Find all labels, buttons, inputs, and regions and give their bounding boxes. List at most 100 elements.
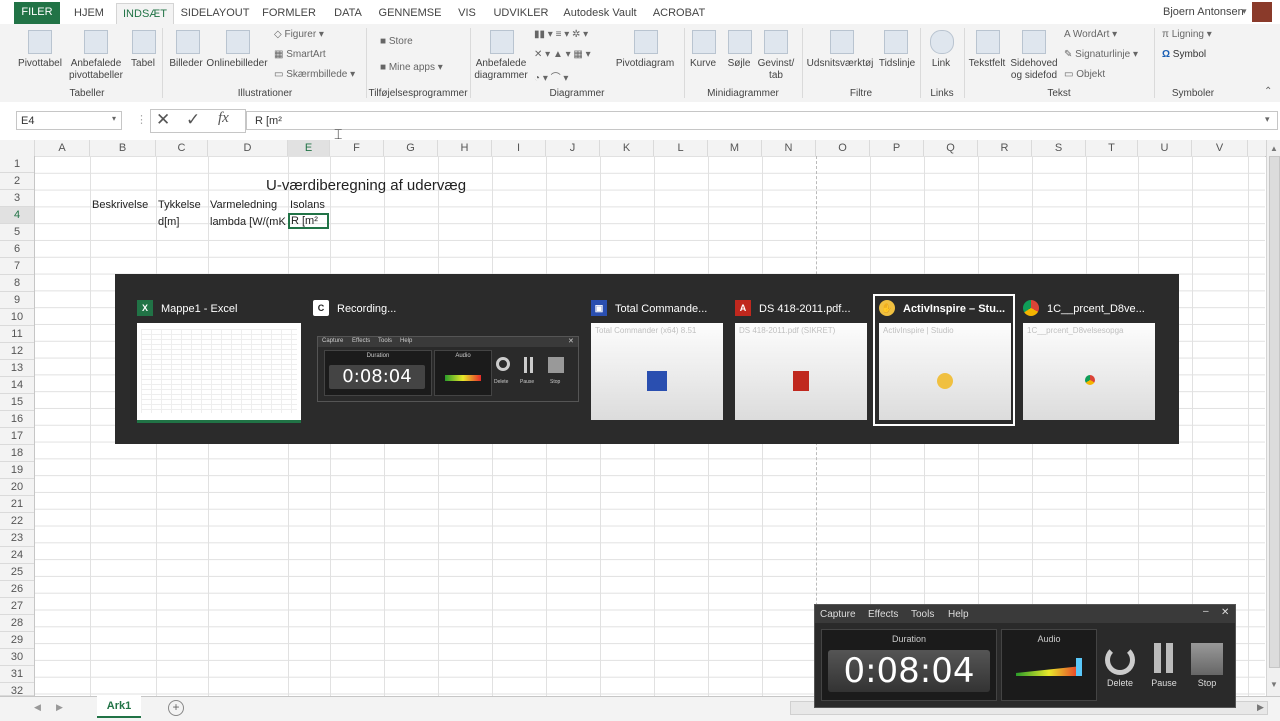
excel-thumbnail[interactable] — [137, 323, 301, 423]
row-header[interactable]: 25 — [0, 564, 34, 581]
row-header-selected[interactable]: 4 — [0, 207, 34, 224]
row-header[interactable]: 9 — [0, 292, 34, 309]
sheet-prev-icon[interactable]: ◀ — [34, 702, 41, 713]
scroll-down-icon[interactable]: ▼ — [1270, 680, 1278, 689]
audio-slider-handle[interactable] — [1076, 658, 1082, 676]
column-header[interactable]: P — [870, 140, 924, 156]
avatar[interactable] — [1252, 2, 1272, 22]
stop-icon[interactable] — [1191, 643, 1223, 675]
store-button[interactable]: ■ Store — [380, 36, 413, 47]
link-button[interactable]: Link — [924, 58, 958, 70]
recommended-charts-button[interactable]: Anbefalede diagrammer — [472, 58, 530, 82]
insert-function-icon[interactable]: fx — [218, 110, 229, 127]
expand-formula-icon[interactable]: ▾ — [1265, 114, 1270, 125]
tab-home[interactable]: HJEM — [64, 3, 114, 24]
collapse-ribbon-icon[interactable]: ⌃ — [1264, 86, 1272, 97]
row-header[interactable]: 3 — [0, 190, 34, 207]
pictures-button[interactable]: Billeder — [166, 58, 206, 70]
row-header[interactable]: 24 — [0, 547, 34, 564]
column-header[interactable]: F — [330, 140, 384, 156]
pivottable-button[interactable]: Pivottabel — [14, 58, 66, 70]
row-header[interactable]: 15 — [0, 394, 34, 411]
name-box[interactable]: E4 — [16, 111, 122, 130]
column-header[interactable]: M — [708, 140, 762, 156]
recording-thumbnail[interactable]: Capture Effects Tools Help ✕ Duration 0:… — [317, 336, 579, 402]
column-header[interactable]: I — [492, 140, 546, 156]
row-header[interactable]: 27 — [0, 598, 34, 615]
row-header[interactable]: 1 — [0, 156, 34, 173]
pdf-thumbnail[interactable]: DS 418-2011.pdf (SIKRET) — [735, 323, 867, 420]
equation-button[interactable]: π Ligning ▾ — [1162, 29, 1212, 40]
header-footer-button[interactable]: Sidehoved og sidefod — [1008, 58, 1060, 82]
row-header[interactable]: 19 — [0, 462, 34, 479]
row-header[interactable]: 26 — [0, 581, 34, 598]
cell-e3[interactable]: Isolans — [290, 199, 325, 211]
pause-icon-bar[interactable] — [1166, 643, 1173, 673]
smartart-button[interactable]: ▦ SmartArt — [274, 49, 326, 60]
row-header[interactable]: 30 — [0, 649, 34, 666]
column-header[interactable]: B — [90, 140, 156, 156]
cell-b3[interactable]: Beskrivelse — [92, 199, 148, 211]
my-apps-button[interactable]: ■ Mine apps ▾ — [380, 62, 443, 73]
column-header[interactable]: S — [1032, 140, 1086, 156]
scrollbar-thumb[interactable] — [1269, 156, 1280, 668]
delete-icon[interactable] — [1105, 645, 1135, 675]
row-header[interactable]: 13 — [0, 360, 34, 377]
menu-tools[interactable]: Tools — [911, 609, 934, 620]
scroll-up-icon[interactable]: ▲ — [1270, 144, 1278, 153]
cell-d4[interactable]: lambda [W/(mK — [210, 216, 288, 228]
tab-insert[interactable]: INDSÆT — [116, 3, 174, 26]
signature-line-button[interactable]: ✎ Signaturlinje ▾ — [1064, 49, 1138, 60]
add-sheet-icon[interactable]: + — [168, 700, 184, 716]
tab-formulas[interactable]: FORMLER — [258, 3, 320, 24]
row-header[interactable]: 22 — [0, 513, 34, 530]
symbol-button[interactable]: Ω Symbol — [1162, 49, 1206, 60]
formula-input[interactable]: R [m² — [246, 111, 1278, 130]
menu-effects[interactable]: Effects — [868, 609, 898, 620]
row-header[interactable]: 23 — [0, 530, 34, 547]
column-header[interactable]: U — [1138, 140, 1192, 156]
column-header[interactable]: C — [156, 140, 208, 156]
tab-acrobat[interactable]: ACROBAT — [648, 3, 710, 24]
column-header[interactable]: A — [35, 140, 90, 156]
row-header[interactable]: 7 — [0, 258, 34, 275]
textbox-button[interactable]: Tekstfelt — [966, 58, 1008, 70]
screenshot-button[interactable]: ▭ Skærmbillede ▾ — [274, 69, 355, 80]
row-header[interactable]: 18 — [0, 445, 34, 462]
column-header[interactable]: H — [438, 140, 492, 156]
pivot-chart-button[interactable]: Pivotdiagram — [612, 58, 678, 70]
delete-button[interactable]: Delete — [1101, 678, 1139, 688]
wordart-button[interactable]: A WordArt ▾ — [1064, 29, 1117, 40]
chrome-thumbnail[interactable]: 1C__prcent_D8velsesopga — [1023, 323, 1155, 420]
tab-review[interactable]: GENNEMSE — [376, 3, 444, 24]
close-icon[interactable]: ✕ — [1221, 607, 1229, 618]
menu-capture[interactable]: Capture — [820, 609, 856, 620]
cell-c3[interactable]: Tykkelse — [158, 199, 201, 211]
cancel-icon[interactable]: ✕ — [156, 110, 170, 130]
row-header[interactable]: 14 — [0, 377, 34, 394]
line-chart-icon[interactable]: ✕ ▾ ▲ ▾ ▦ ▾ — [534, 49, 591, 60]
switcher-item-title[interactable]: DS 418-2011.pdf... — [759, 303, 851, 315]
sheet-next-icon[interactable]: ▶ — [56, 702, 63, 713]
column-header[interactable]: O — [816, 140, 870, 156]
sheet-tab-ark1[interactable]: Ark1 — [97, 696, 141, 718]
tab-view[interactable]: VIS — [450, 3, 484, 24]
shapes-button[interactable]: ◇ Figurer ▾ — [274, 29, 324, 40]
cell-title[interactable]: U-værdiberegning af udervæg — [266, 177, 466, 194]
name-box-dropdown-icon[interactable]: ▾ — [112, 114, 116, 123]
row-header[interactable]: 29 — [0, 632, 34, 649]
row-header[interactable]: 28 — [0, 615, 34, 632]
enter-icon[interactable]: ✓ — [186, 110, 200, 130]
column-header[interactable]: R — [978, 140, 1032, 156]
switcher-item-title[interactable]: 1C__prcent_D8ve... — [1047, 303, 1145, 315]
row-header[interactable]: 31 — [0, 666, 34, 683]
column-header[interactable]: Q — [924, 140, 978, 156]
column-header[interactable]: T — [1086, 140, 1138, 156]
row-header[interactable]: 10 — [0, 309, 34, 326]
column-chart-icon[interactable]: ▮▮ ▾ ≡ ▾ ✲ ▾ — [534, 29, 588, 40]
user-dropdown-icon[interactable]: ▾ — [1242, 6, 1247, 17]
row-header[interactable]: 16 — [0, 411, 34, 428]
menu-help[interactable]: Help — [948, 609, 969, 620]
scroll-right-icon[interactable]: ▶ — [1257, 702, 1264, 713]
pause-button[interactable]: Pause — [1145, 678, 1183, 688]
